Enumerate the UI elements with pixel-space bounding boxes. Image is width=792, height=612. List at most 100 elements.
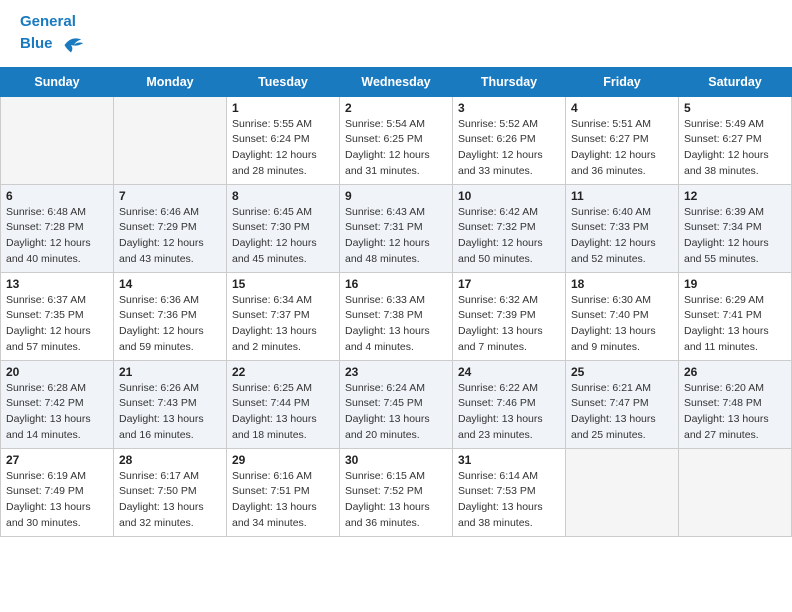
sunrise-text: Sunrise: 6:17 AM [119,470,199,482]
day-info: Sunrise: 6:42 AMSunset: 7:32 PMDaylight:… [458,205,560,268]
week-row-4: 20 Sunrise: 6:28 AMSunset: 7:42 PMDayligh… [1,360,792,448]
sunset-text: Sunset: 7:51 PM [232,485,310,497]
day-cell-29: 29Sunrise: 6:16 AMSunset: 7:51 PMDayligh… [227,448,340,536]
day-cell-17: 17Sunrise: 6:32 AMSunset: 7:39 PMDayligh… [453,272,566,360]
sunset-text: Sunset: 7:48 PM [684,397,762,409]
sunset-text: Sunset: 7:34 PM [684,221,762,233]
sunset-text: Sunset: 7:45 PM [345,397,423,409]
sunrise-text: Sunrise: 6:24 AM [345,382,425,394]
day-info: Sunrise: 5:55 AMSunset: 6:24 PMDaylight:… [232,117,334,180]
day-cell-2: 2 Sunrise: 5:54 AMSunset: 6:25 PMDaylight… [340,96,453,184]
daylight-text: Daylight: 13 hours and 4 minutes. [345,325,430,353]
day-number: 6 [6,189,108,203]
sunrise-text: Sunrise: 6:14 AM [458,470,538,482]
day-cell-19: 19Sunrise: 6:29 AMSunset: 7:41 PMDayligh… [679,272,792,360]
day-info: Sunrise: 6:25 AMSunset: 7:44 PMDaylight:… [232,381,334,444]
sunset-text: Sunset: 7:44 PM [232,397,310,409]
day-header-tuesday: Tuesday [227,67,340,96]
sunset-text: Sunset: 7:38 PM [345,309,423,321]
day-header-thursday: Thursday [453,67,566,96]
day-cell-12: 12Sunrise: 6:39 AMSunset: 7:34 PMDayligh… [679,184,792,272]
day-info: Sunrise: 5:52 AMSunset: 6:26 PMDaylight:… [458,117,560,180]
sunset-text: Sunset: 6:24 PM [232,133,310,145]
day-info: Sunrise: 5:54 AMSunset: 6:25 PMDaylight:… [345,117,447,180]
day-cell-28: 28Sunrise: 6:17 AMSunset: 7:50 PMDayligh… [114,448,227,536]
day-cell-3: 3Sunrise: 5:52 AMSunset: 6:26 PMDaylight… [453,96,566,184]
sunset-text: Sunset: 7:28 PM [6,221,84,233]
day-info: Sunrise: 6:22 AM Sunset: 7:46 PM Daylight:… [458,381,560,444]
sunrise-text: Sunrise: 6:30 AM [571,294,651,306]
daylight-text: Daylight: 13 hours and 14 minutes. [6,413,91,441]
calendar-header-row: SundayMondayTuesdayWednesdayThursdayFrid… [1,67,792,96]
day-cell-4: 4Sunrise: 5:51 AMSunset: 6:27 PMDaylight… [566,96,679,184]
day-number: 28 [119,453,221,467]
logo-bird-icon [57,31,85,59]
day-cell-25: 25Sunrise: 6:21 AMSunset: 7:47 PMDayligh… [566,360,679,448]
sunrise-text: Sunrise: 6:46 AM [119,206,199,218]
daylight-text: Daylight: 12 hours and 33 minutes. [458,149,543,177]
day-info: Sunrise: 6:43 AMSunset: 7:31 PMDaylight:… [345,205,447,268]
sunrise-text: Sunrise: 6:34 AM [232,294,312,306]
day-info: Sunrise: 6:40 AMSunset: 7:33 PMDaylight:… [571,205,673,268]
week-row-2: 6 Sunrise: 6:48 AM Sunset: 7:28 PM Daylight… [1,184,792,272]
day-number: 18 [571,277,673,291]
daylight-text: Daylight: 13 hours and 23 minutes. [458,413,543,441]
sunrise-text: Sunrise: 6:29 AM [684,294,764,306]
sunrise-text: Sunrise: 6:40 AM [571,206,651,218]
day-cell-16: 16 Sunrise: 6:33 AM Sunset: 7:38 PM Dayligh… [340,272,453,360]
day-number: 2 [345,101,447,115]
sunrise-text: Sunrise: 6:43 AM [345,206,425,218]
sunrise-text: Sunrise: 6:15 AM [345,470,425,482]
daylight-text: Daylight: 12 hours and 28 minutes. [232,149,317,177]
sunset-text: Sunset: 7:31 PM [345,221,423,233]
sunrise-text: Sunrise: 6:48 AM [6,206,86,218]
day-info: Sunrise: 6:28 AMSunset: 7:42 PMDaylight:… [6,381,108,444]
day-cell-24: 24Sunrise: 6:22 AMSunset: 7:46 PMDayligh… [453,360,566,448]
day-number: 20 [6,365,108,379]
sunset-text: Sunset: 7:46 PM [458,397,536,409]
sunrise-text: Sunrise: 6:33 AM [345,294,425,306]
daylight-text: Daylight: 13 hours and 32 minutes. [119,501,204,529]
day-cell-13: 13Sunrise: 6:37 AMSunset: 7:35 PMDayligh… [1,272,114,360]
sunset-text: Sunset: 7:37 PM [232,309,310,321]
daylight-text: Daylight: 12 hours and 55 minutes. [684,237,769,265]
day-header-wednesday: Wednesday [340,67,453,96]
day-number: 30 [345,453,447,467]
day-cell-1: 1Sunrise: 5:55 AMSunset: 6:24 PMDaylight… [227,96,340,184]
daylight-text: Daylight: 12 hours and 31 minutes. [345,149,430,177]
day-number: 16 [345,277,447,291]
sunset-text: Sunset: 7:40 PM [571,309,649,321]
day-cell-15: 15Sunrise: 6:34 AMSunset: 7:37 PMDayligh… [227,272,340,360]
day-cell-10: 10 Sunrise: 6:42 AMSunset: 7:32 PMDayligh… [453,184,566,272]
sunset-text: Sunset: 7:43 PM [119,397,197,409]
sunrise-text: Sunrise: 6:28 AM [6,382,86,394]
day-cell-7: 7Sunrise: 6:46 AMSunset: 7:29 PMDaylight… [114,184,227,272]
day-header-saturday: Saturday [679,67,792,96]
day-info: Sunrise: 6:39 AMSunset: 7:34 PMDaylight:… [684,205,786,268]
calendar-table: SundayMondayTuesdayWednesdayThursdayFrid… [0,67,792,537]
day-number: 10 [458,189,560,203]
day-header-friday: Friday [566,67,679,96]
day-info: Sunrise: 6:32 AMSunset: 7:39 PMDaylight:… [458,293,560,356]
daylight-text: Daylight: 12 hours and 45 minutes. [232,237,317,265]
daylight-text: Daylight: 12 hours and 43 minutes. [119,237,204,265]
day-header-monday: Monday [114,67,227,96]
daylight-text: Daylight: 13 hours and 34 minutes. [232,501,317,529]
week-row-5: 27Sunrise: 6:19 AMSunset: 7:49 PMDayligh… [1,448,792,536]
sunset-text: Sunset: 6:27 PM [571,133,649,145]
daylight-text: Daylight: 13 hours and 27 minutes. [684,413,769,441]
sunset-text: Sunset: 7:41 PM [684,309,762,321]
day-cell-11: 11Sunrise: 6:40 AMSunset: 7:33 PMDayligh… [566,184,679,272]
sunset-text: Sunset: 7:52 PM [345,485,423,497]
empty-cell [114,96,227,184]
sunset-text: Sunset: 6:27 PM [684,133,762,145]
day-number: 8 [232,189,334,203]
day-number: 31 [458,453,560,467]
sunset-text: Sunset: 7:33 PM [571,221,649,233]
daylight-text: Daylight: 13 hours and 11 minutes. [684,325,769,353]
sunrise-text: Sunrise: 5:54 AM [345,118,425,130]
daylight-text: Daylight: 13 hours and 38 minutes. [458,501,543,529]
sunset-text: Sunset: 7:36 PM [119,309,197,321]
sunrise-text: Sunrise: 6:22 AM [458,382,538,394]
daylight-text: Daylight: 12 hours and 59 minutes. [119,325,204,353]
